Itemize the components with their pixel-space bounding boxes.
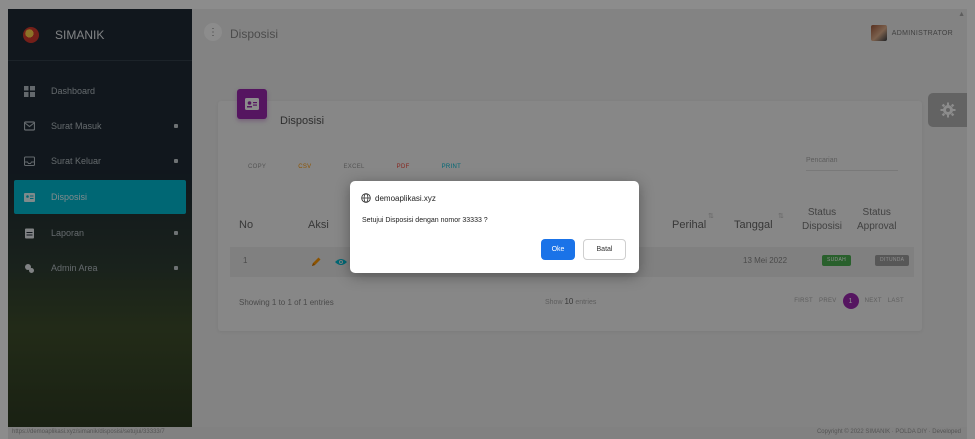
globe-icon [361, 193, 371, 203]
dialog-message: Setujui Disposisi dengan nomor 33333 ? [362, 217, 488, 224]
dialog-header: demoaplikasi.xyz [361, 193, 436, 203]
dialog-site: demoaplikasi.xyz [375, 193, 436, 203]
confirm-dialog: demoaplikasi.xyz Setujui Disposisi denga… [350, 181, 639, 273]
ok-button[interactable]: Oke [541, 239, 575, 260]
modal-overlay: demoaplikasi.xyz Setujui Disposisi denga… [0, 0, 975, 439]
cancel-button[interactable]: Batal [583, 239, 626, 260]
